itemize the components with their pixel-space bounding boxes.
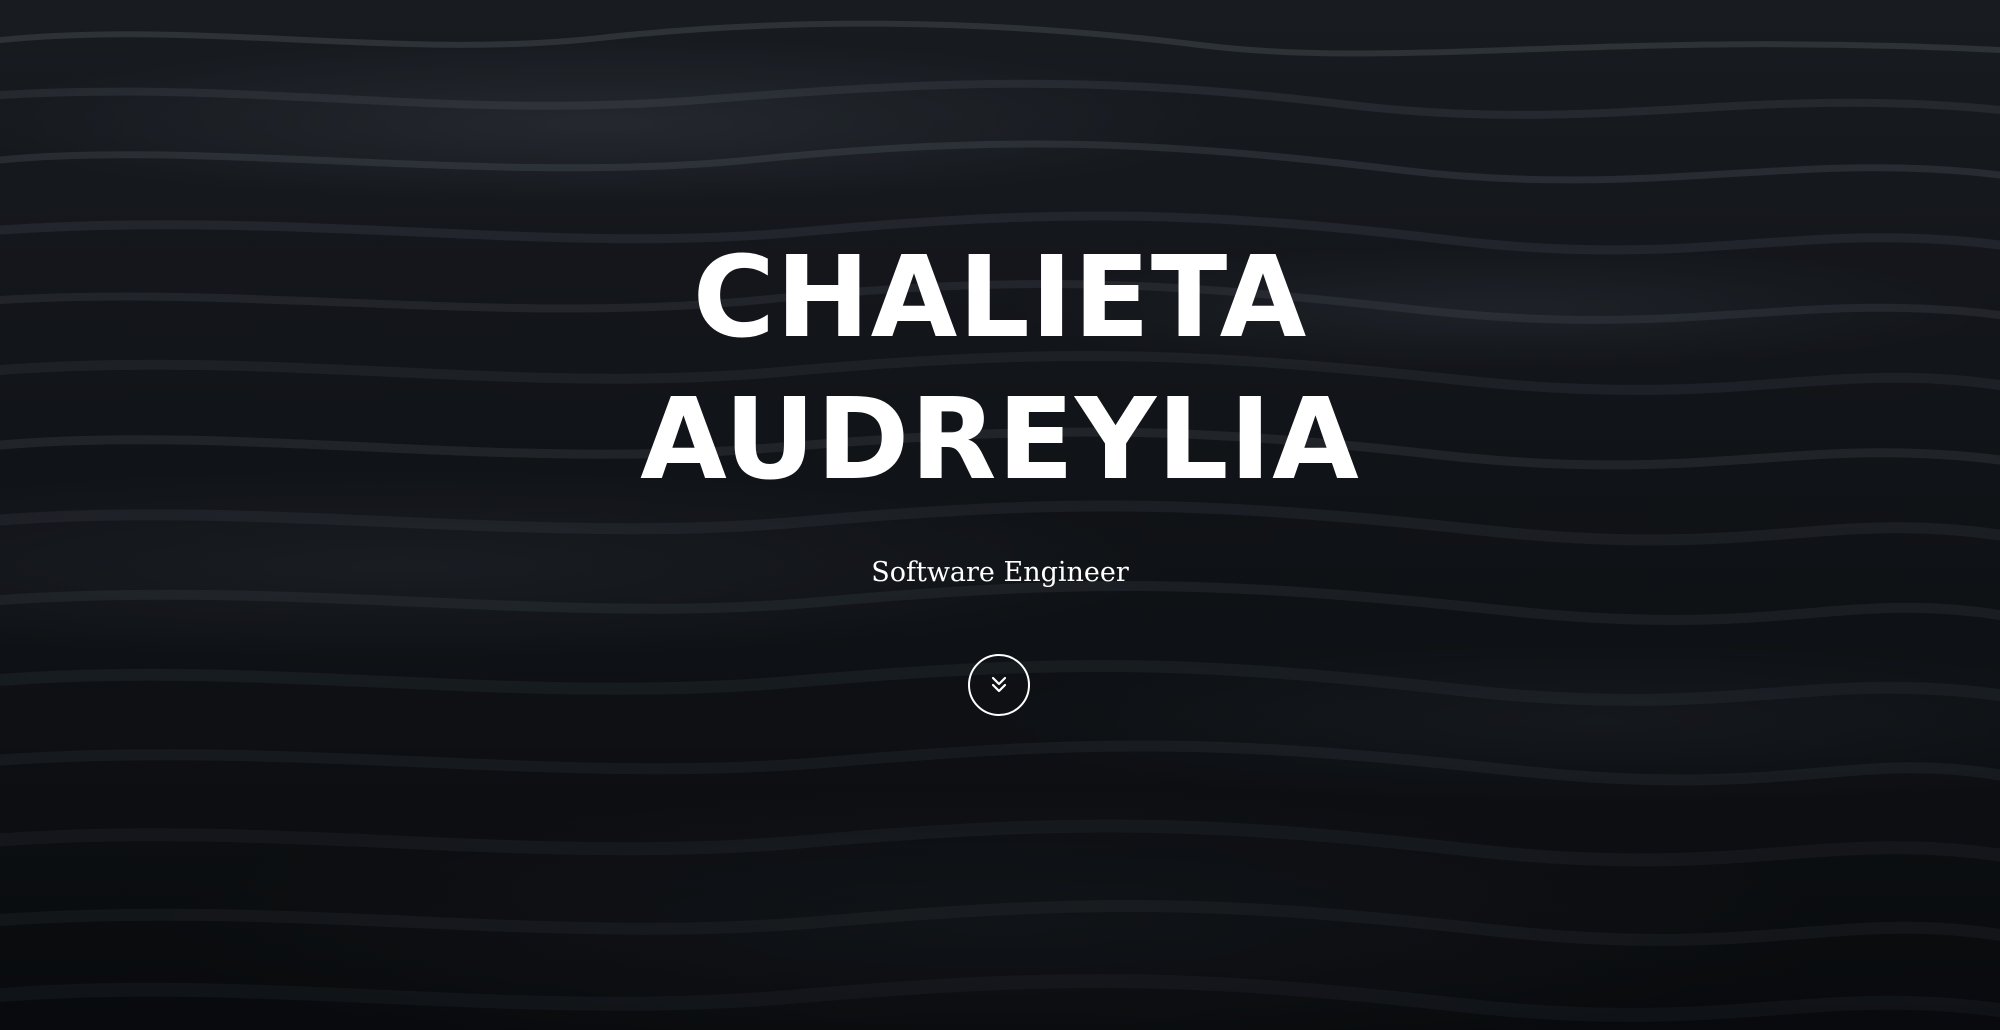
hero-content: CHALIETA AUDREYLIA Software Engineer [0,0,2000,1030]
double-chevron-down-icon [991,676,1007,693]
name-first-line: CHALIETA [692,233,1308,363]
scroll-down-button[interactable] [968,654,1030,716]
job-title: Software Engineer [871,557,1129,588]
hero-section: CHALIETA AUDREYLIA Software Engineer [0,0,2000,1030]
name-second-line: AUDREYLIA [640,375,1360,505]
